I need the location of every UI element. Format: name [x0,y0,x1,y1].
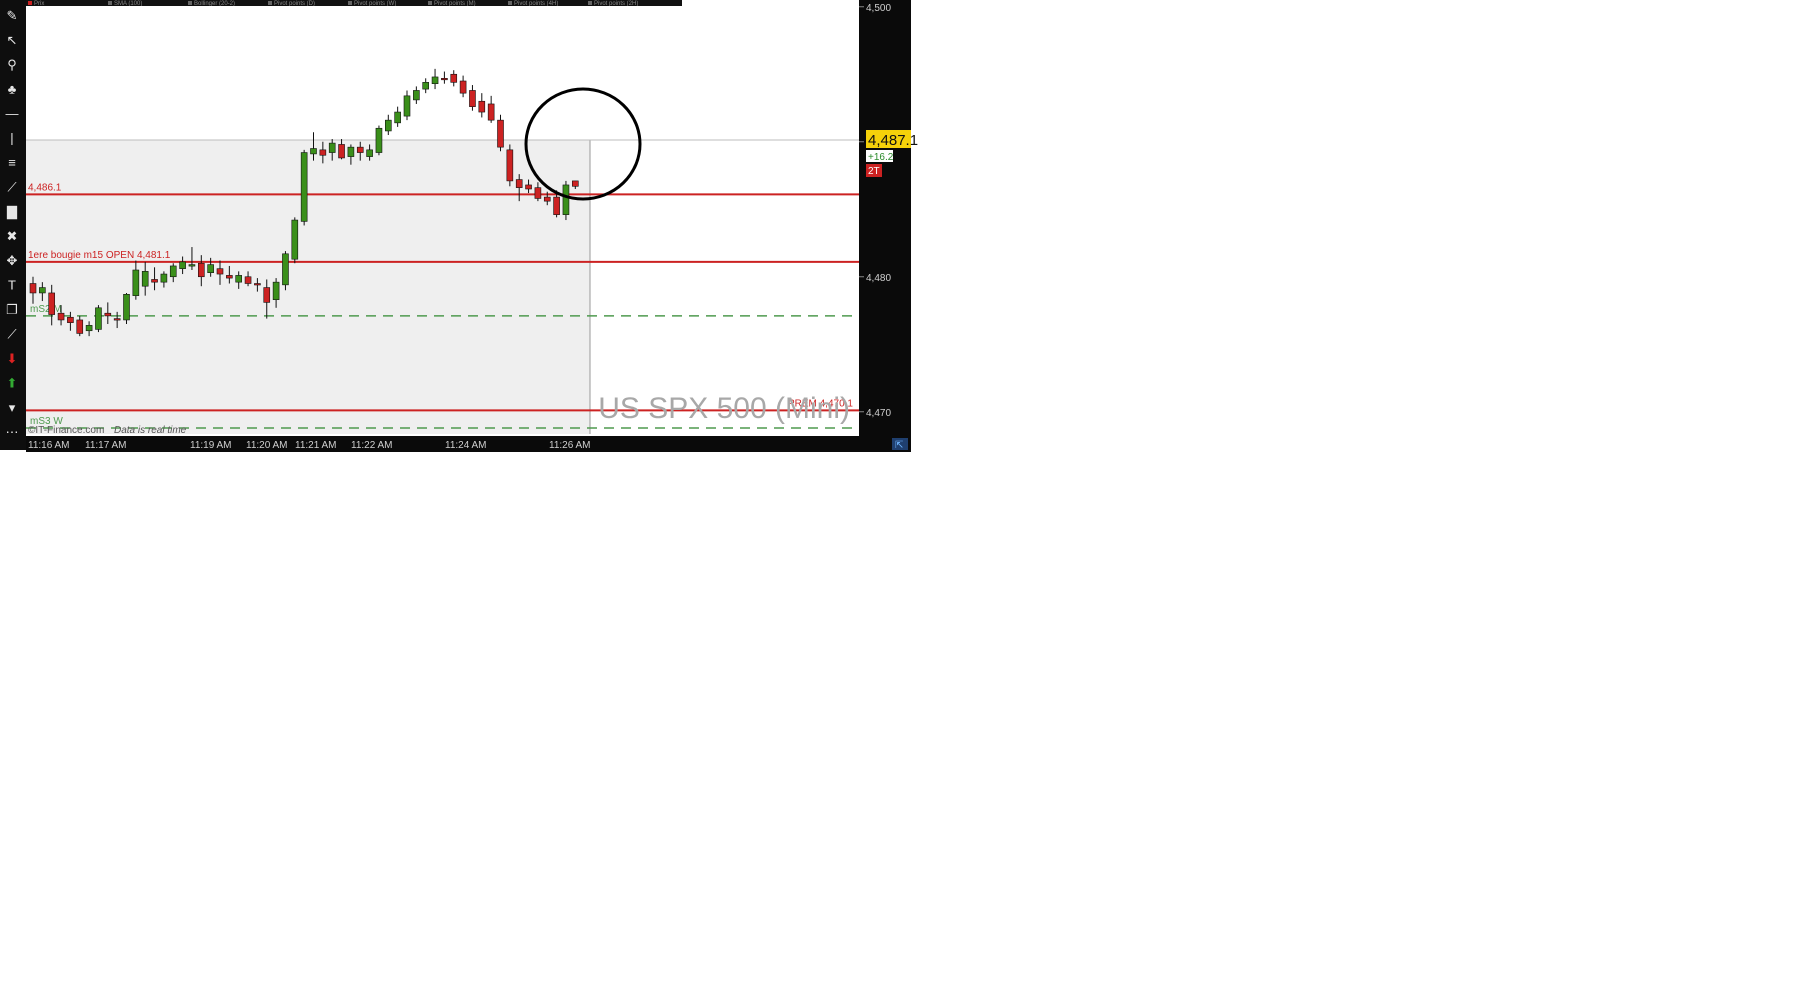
ruler-icon[interactable]: ⟋ [7,180,17,195]
tools-icon[interactable]: ✖ [7,229,18,244]
time-tick-label: 11:19 AM [190,440,232,451]
candle [300,149,308,226]
time-tick-label: 11:17 AM [85,440,127,451]
last-price-text: 4,487.1 [868,132,918,149]
zoom-icon[interactable]: ⚲ [7,57,17,72]
draw-pen-icon[interactable]: ✎ [7,8,18,23]
realtime-note: Data is real time [114,425,187,436]
price-axis[interactable] [859,0,911,452]
candle [282,251,289,291]
collapse-icon[interactable]: ▾ [9,400,16,415]
level-label: 1ere bougie m15 OPEN 4,481.1 [28,250,171,261]
move-icon[interactable]: ✥ [7,253,18,268]
text-tool-icon[interactable]: T [8,278,16,293]
vertical-line-icon[interactable]: | [10,131,13,146]
more-icon[interactable]: ⋯ [6,425,19,440]
candle [562,180,570,221]
cursor-icon[interactable]: ↖ [7,33,18,48]
copy-icon[interactable]: ❐ [6,302,18,317]
history-shade [26,140,590,434]
time-tick-label: 11:21 AM [295,440,337,451]
change-text: +16.2 [868,152,894,163]
price-tick-label: 4,500 [866,3,891,14]
level-label: mS2 M [30,304,62,315]
level-label: 4,486.1 [28,182,62,193]
candle [95,305,102,333]
candle [506,144,514,187]
candle [291,217,299,264]
buy-arrow-icon[interactable]: ⬆ [7,376,18,391]
tick-text: 2T [868,166,880,177]
chart-window: Prix SMA (100) Bollinger (20-2) Pivot point… [0,0,918,452]
brush-icon[interactable]: ⟋ [7,327,17,342]
time-tick-label: 11:22 AM [351,440,393,451]
trading-app: Prix SMA (100) Bollinger (20-2) Pivot point… [0,0,1800,989]
fibonacci-icon[interactable]: ≡ [8,155,16,170]
autoscale-icon[interactable]: ⇱ [895,440,903,451]
horizontal-line-icon[interactable]: — [6,106,19,121]
candle [375,125,383,156]
price-tick-label: 4,470 [866,408,891,419]
sell-arrow-icon[interactable]: ⬇ [7,351,18,366]
trash-icon[interactable]: ▇ [6,204,18,220]
time-tick-label: 11:16 AM [28,440,70,451]
alert-bell-icon[interactable]: ♣ [8,82,17,97]
copyright-text: ©IT-Finance.com [28,425,104,436]
time-tick-label: 11:26 AM [549,440,591,451]
time-tick-label: 11:20 AM [246,440,288,451]
candle [497,114,504,152]
price-tick-label: 4,480 [866,273,891,284]
time-tick-label: 11:24 AM [445,440,487,451]
candle [123,292,130,324]
instrument-watermark: US SPX 500 (Mini) [598,392,850,425]
